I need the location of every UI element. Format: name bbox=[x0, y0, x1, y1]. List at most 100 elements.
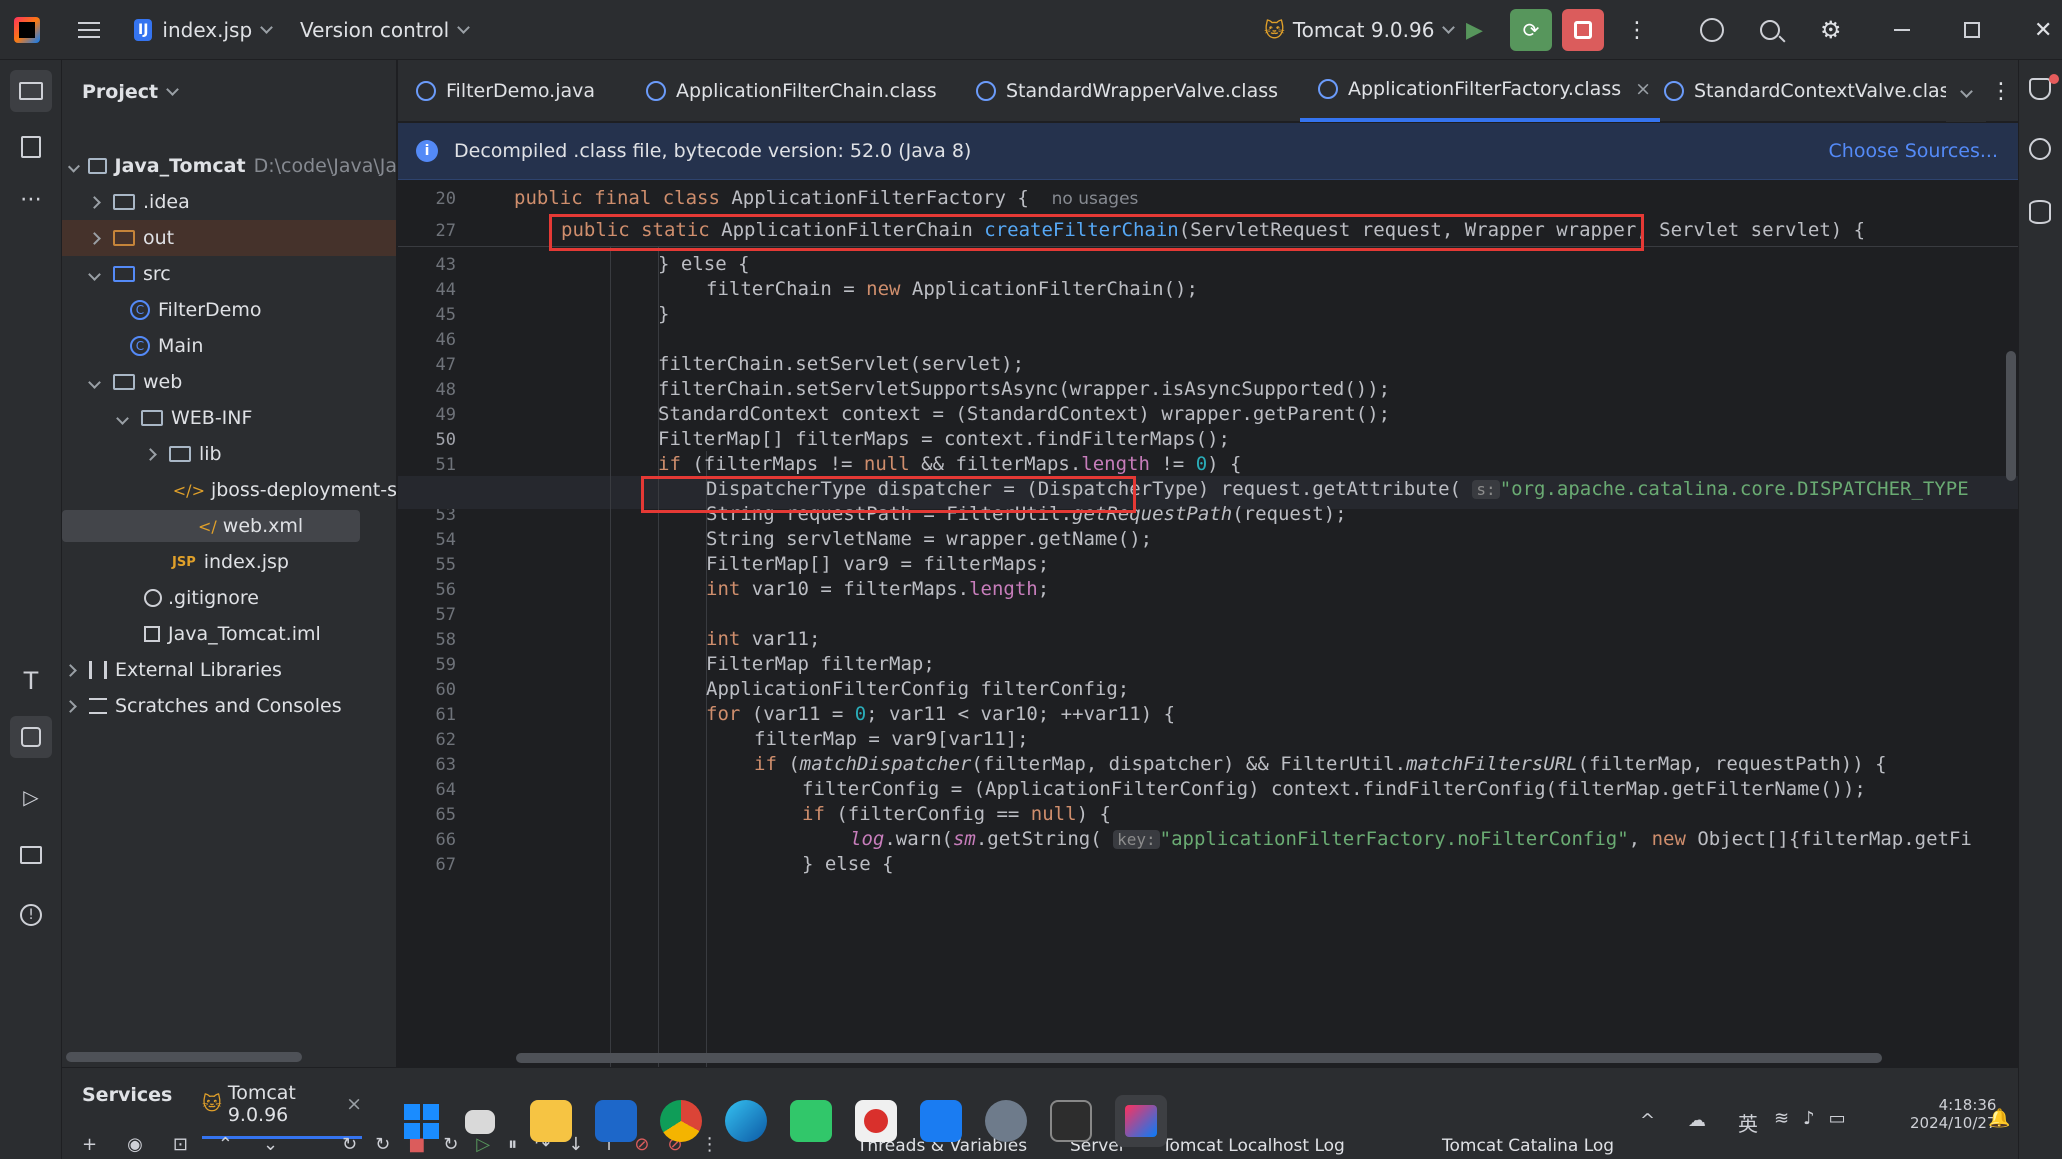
app-k-icon[interactable] bbox=[920, 1100, 962, 1142]
project-panel-title: Project bbox=[82, 81, 159, 103]
notifications-bell-icon[interactable] bbox=[2029, 78, 2051, 100]
horizontal-scrollbar[interactable] bbox=[66, 1052, 302, 1062]
app-red-icon[interactable] bbox=[855, 1100, 897, 1142]
tree-item-src[interactable]: src bbox=[62, 256, 396, 292]
xml-file-icon: </> bbox=[172, 480, 205, 500]
services-icon[interactable] bbox=[10, 716, 52, 758]
main-menu-icon[interactable] bbox=[78, 0, 100, 60]
resume-icon[interactable]: ▶ bbox=[1466, 0, 1483, 60]
settings-gear-icon[interactable]: ⚙ bbox=[1820, 0, 1842, 60]
project-selector[interactable]: IJ index.jsp bbox=[134, 0, 274, 60]
chevron-down-icon bbox=[67, 160, 80, 172]
vertical-scrollbar[interactable] bbox=[2006, 351, 2016, 481]
tree-item-gitignore[interactable]: .gitignore bbox=[62, 580, 396, 616]
line-number: 47 bbox=[435, 355, 456, 375]
tab-list-chevron-icon[interactable] bbox=[1946, 60, 1986, 122]
tree-item-web-xml[interactable]: </web.xml bbox=[62, 508, 396, 544]
line-number: 50 bbox=[435, 430, 456, 450]
clock[interactable]: 4:18:36 2024/10/27 bbox=[1910, 1096, 1996, 1132]
tree-item-lib[interactable]: lib bbox=[62, 436, 396, 472]
close-tab-icon[interactable]: × bbox=[1635, 78, 1651, 100]
tree-item-web-inf[interactable]: WEB-INF bbox=[62, 400, 396, 436]
project-tool-folder-icon[interactable] bbox=[10, 70, 52, 112]
line-number: 44 bbox=[435, 280, 456, 300]
tab-standardcontextvalve[interactable]: StandardContextValve.clas bbox=[1664, 60, 1950, 122]
tree-item-jboss-deployment[interactable]: </> jboss-deployment-s bbox=[62, 472, 396, 508]
problems-icon[interactable]: ! bbox=[10, 894, 52, 936]
horizontal-scrollbar[interactable] bbox=[516, 1053, 1882, 1063]
tree-item-main[interactable]: C Main bbox=[62, 328, 396, 364]
intellij-app-icon[interactable] bbox=[1115, 1095, 1167, 1147]
tree-item-java-tomcat[interactable]: Java_Tomcat D:\code\Java\Ja bbox=[62, 148, 396, 184]
choose-sources-link[interactable]: Choose Sources... bbox=[1829, 140, 1998, 162]
volume-icon[interactable]: ♪ bbox=[1803, 1108, 1815, 1129]
settings-app-icon[interactable] bbox=[985, 1100, 1027, 1142]
view-icon[interactable]: ◉ bbox=[127, 1134, 143, 1155]
build-hammer-icon[interactable]: T bbox=[10, 660, 52, 702]
debug-button[interactable]: ⟳ bbox=[1510, 0, 1552, 60]
ignore-file-icon bbox=[144, 589, 162, 607]
tree-item-external-libraries[interactable]: External Libraries bbox=[62, 652, 396, 688]
version-control-menu[interactable]: Version control bbox=[300, 0, 471, 60]
database-icon[interactable] bbox=[2029, 200, 2051, 224]
tree-item-web[interactable]: web bbox=[62, 364, 396, 400]
cloud-icon[interactable]: ☁ bbox=[1688, 1110, 1706, 1131]
edge-icon[interactable] bbox=[725, 1100, 767, 1142]
file-explorer-icon[interactable] bbox=[530, 1100, 572, 1142]
close-tab-icon[interactable]: × bbox=[346, 1093, 362, 1115]
tab-options-icon[interactable]: ⋮ bbox=[1986, 60, 2016, 122]
tree-item-idea[interactable]: .idea bbox=[62, 184, 396, 220]
maximize-icon[interactable] bbox=[1964, 0, 1980, 60]
tab-applicationfilterfactory[interactable]: ApplicationFilterFactory.class × bbox=[1300, 60, 1660, 122]
minimize-icon[interactable] bbox=[1894, 0, 1910, 60]
run-icon[interactable]: ▷ bbox=[10, 776, 52, 818]
code-editor[interactable]: 20 public final class ApplicationFilterF… bbox=[398, 181, 2018, 1067]
tree-item-scratches[interactable]: Scratches and Consoles bbox=[62, 688, 396, 724]
chevron-down-icon bbox=[260, 20, 274, 34]
tree-item-filterdemo[interactable]: C FilterDemo bbox=[62, 292, 396, 328]
tab-applicationfilterchain[interactable]: ApplicationFilterChain.class bbox=[646, 60, 937, 122]
more-actions-icon[interactable]: ⋮ bbox=[1626, 0, 1648, 60]
microsoft-store-icon[interactable] bbox=[595, 1100, 637, 1142]
more-tools-icon[interactable]: ⋯ bbox=[10, 178, 52, 220]
notification-icon[interactable]: 🔔 bbox=[1988, 1108, 2010, 1129]
chrome-icon[interactable] bbox=[660, 1100, 702, 1142]
expand-icon[interactable]: ⌃ bbox=[218, 1134, 233, 1155]
add-icon[interactable]: + bbox=[82, 1134, 97, 1155]
code-line-48: filterChain.setServletSupportsAsync(wrap… bbox=[658, 378, 1391, 400]
tree-item-index-jsp[interactable]: JSP index.jsp bbox=[62, 544, 396, 580]
code-line-59: FilterMap filterMap; bbox=[706, 653, 935, 675]
code-with-me-icon[interactable] bbox=[1700, 0, 1724, 60]
project-panel-header[interactable]: Project bbox=[82, 60, 179, 124]
tab-tomcat-service[interactable]: 🐱 Tomcat 9.0.96 × bbox=[202, 1082, 362, 1139]
tab-standardwrappervalve[interactable]: StandardWrapperValve.class bbox=[976, 60, 1278, 122]
tab-filterdemo-java[interactable]: FilterDemo.java bbox=[416, 60, 595, 122]
rerun-debug-icon[interactable]: ↻ bbox=[375, 1134, 390, 1155]
collapse-icon[interactable]: ⌄ bbox=[263, 1134, 278, 1155]
task-view-icon[interactable] bbox=[465, 1110, 495, 1134]
ime-indicator[interactable]: 英 bbox=[1738, 1108, 1758, 1137]
tree-item-out[interactable]: out bbox=[62, 220, 396, 256]
code-line-67: } else { bbox=[802, 853, 894, 875]
battery-icon[interactable]: ▭ bbox=[1829, 1108, 1846, 1129]
structure-icon[interactable] bbox=[10, 126, 52, 168]
tree-label: src bbox=[143, 263, 171, 285]
ai-assistant-icon[interactable] bbox=[2029, 138, 2051, 160]
run-config-selector[interactable]: 🐱 Tomcat 9.0.96 bbox=[1264, 0, 1456, 60]
new-tab-icon[interactable]: ⊡ bbox=[173, 1134, 188, 1155]
intellij-logo-icon[interactable] bbox=[14, 0, 40, 60]
tray-overflow-icon[interactable]: ^ bbox=[1640, 1110, 1655, 1131]
run-config-label: Tomcat 9.0.96 bbox=[1292, 18, 1435, 42]
stop-button[interactable] bbox=[1562, 0, 1604, 60]
tree-item-iml[interactable]: Java_Tomcat.iml bbox=[62, 616, 396, 652]
terminal-app-icon[interactable] bbox=[1050, 1100, 1092, 1142]
app-green-icon[interactable] bbox=[790, 1100, 832, 1142]
close-icon[interactable]: ✕ bbox=[2034, 0, 2052, 60]
tomcat-icon: 🐱 bbox=[202, 1093, 222, 1115]
tab-label: StandardWrapperValve.class bbox=[1006, 80, 1279, 102]
windows-start-icon[interactable] bbox=[400, 1100, 442, 1142]
terminal-icon[interactable] bbox=[10, 834, 52, 876]
rerun-icon[interactable]: ↻ bbox=[342, 1134, 357, 1155]
search-icon[interactable] bbox=[1760, 0, 1786, 60]
wifi-icon[interactable]: ≋ bbox=[1774, 1108, 1789, 1129]
